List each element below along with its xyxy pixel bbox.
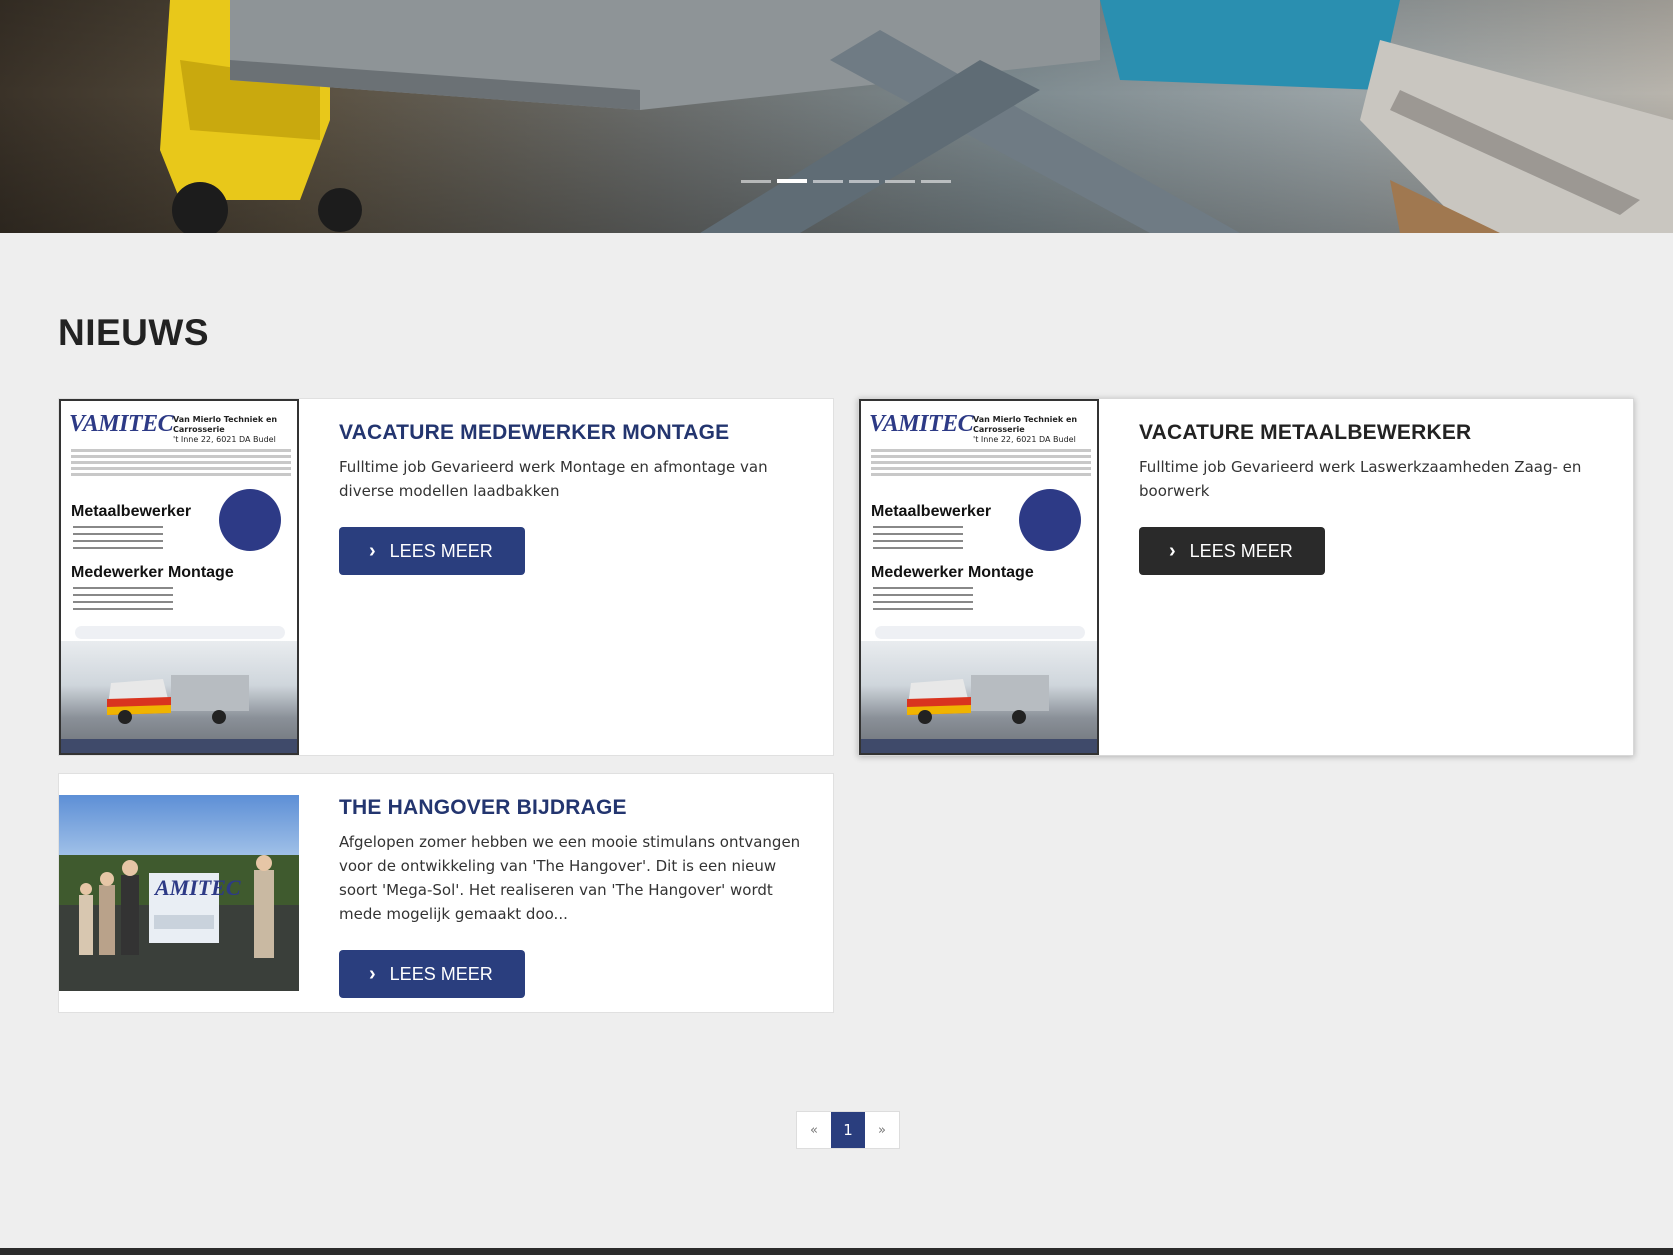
poster-contact (75, 626, 285, 639)
poster-heading-2: Medewerker Montage (71, 564, 234, 581)
slider-dot-3[interactable] (813, 180, 843, 183)
poster-badge (219, 489, 281, 551)
read-more-button[interactable]: › LEES MEER (1139, 527, 1325, 575)
news-excerpt: Fulltime job Gevarieerd werk Montage en … (339, 458, 768, 500)
news-title[interactable]: THE HANGOVER BIJDRAGE (339, 796, 817, 820)
pagination-page-1[interactable]: 1 (831, 1112, 865, 1148)
news-card-montage[interactable]: VAMITEC Van Mierlo Techniek en Carrosser… (58, 398, 834, 756)
chevron-right-icon: › (369, 963, 376, 985)
poster-address: Van Mierlo Techniek en Carrosserie 't In… (173, 415, 278, 444)
vacancy-poster: VAMITEC Van Mierlo Techniek en Carrosser… (59, 399, 299, 755)
poster-text-lines (871, 449, 1091, 479)
svg-text:AMITEC: AMITEC (153, 875, 241, 900)
poster-text-lines (71, 449, 291, 479)
poster-heading-1: Metaalbewerker (71, 503, 192, 520)
poster-logo: VAMITEC (869, 411, 974, 437)
footer-bar (0, 1248, 1673, 1255)
truck-icon (907, 675, 1049, 724)
chevron-right-icon: › (369, 540, 376, 562)
pagination-prev[interactable]: « (797, 1112, 831, 1148)
news-card-metaalbewerker[interactable]: VAMITEC Van Mierlo Techniek en Carrosser… (858, 398, 1634, 756)
news-title[interactable]: VACATURE MEDEWERKER MONTAGE (339, 421, 817, 445)
read-more-button[interactable]: › LEES MEER (339, 527, 525, 575)
read-more-button[interactable]: › LEES MEER (339, 950, 525, 998)
slider-dot-6[interactable] (921, 180, 951, 183)
news-excerpt: Fulltime job Gevarieerd werk Laswerkzaam… (1139, 458, 1582, 500)
news-thumbnail[interactable]: VAMITEC Van Mierlo Techniek en Carrosser… (59, 399, 299, 755)
news-thumbnail[interactable]: VAMITEC Van Mierlo Techniek en Carrosser… (859, 399, 1099, 755)
slider-dot-4[interactable] (849, 180, 879, 183)
poster-address: Van Mierlo Techniek en Carrosserie 't In… (973, 415, 1078, 444)
poster-logo: VAMITEC (69, 411, 174, 437)
hero-image (160, 0, 1673, 233)
vacancy-poster: VAMITEC Van Mierlo Techniek en Carrosser… (859, 399, 1099, 755)
chevron-right-icon: › (1169, 540, 1176, 562)
slider-dots (741, 179, 951, 183)
pagination-next[interactable]: » (865, 1112, 899, 1148)
news-thumbnail[interactable]: AMITEC (59, 774, 299, 1012)
section-title: NIEUWS (58, 312, 209, 353)
poster-heading-1: Metaalbewerker (871, 503, 992, 520)
poster-badge (1019, 489, 1081, 551)
news-title[interactable]: VACATURE METAALBEWERKER (1139, 421, 1617, 445)
poster-contact (875, 626, 1085, 639)
poster-heading-2: Medewerker Montage (871, 564, 1034, 581)
news-photo: AMITEC (59, 795, 299, 991)
news-excerpt: Afgelopen zomer hebben we een mooie stim… (339, 833, 801, 923)
slider-dot-5[interactable] (885, 180, 915, 183)
slider-dot-1[interactable] (741, 180, 771, 183)
hero-slider (0, 0, 1673, 233)
group-photo: AMITEC (59, 855, 299, 991)
pagination: « 1 » (796, 1111, 900, 1149)
slider-dot-2[interactable] (777, 179, 807, 183)
truck-icon (107, 675, 249, 724)
news-card-hangover[interactable]: AMITEC THE HANGOVER BIJDRAGE Afgelopen z… (58, 773, 834, 1013)
